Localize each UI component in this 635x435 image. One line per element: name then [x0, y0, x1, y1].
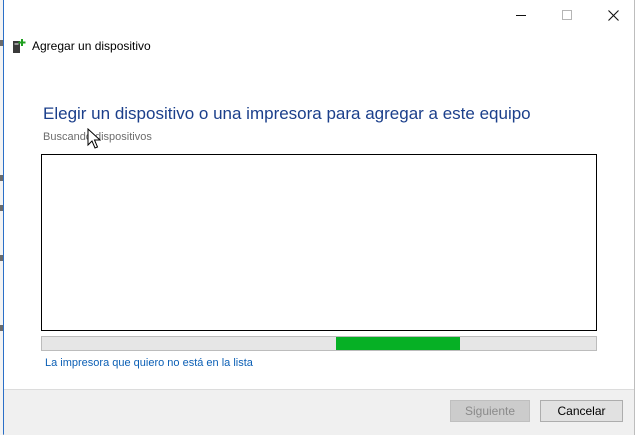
page-heading: Elegir un dispositivo o una impresora pa…: [43, 104, 531, 123]
add-device-icon: [13, 39, 26, 53]
minimize-icon: [516, 14, 526, 16]
device-list[interactable]: [41, 154, 597, 331]
mouse-cursor-icon: [87, 128, 101, 149]
title-bar: [4, 0, 634, 30]
dialog-header: Agregar un dispositivo: [12, 36, 151, 56]
minimize-button[interactable]: [498, 0, 544, 30]
search-progress-bar: [41, 336, 597, 351]
next-button[interactable]: Siguiente: [450, 400, 530, 422]
printer-not-listed-link[interactable]: La impresora que quiero no está en la li…: [45, 357, 253, 369]
dialog-title: Agregar un dispositivo: [32, 39, 151, 53]
cancel-button[interactable]: Cancelar: [540, 400, 623, 422]
close-button[interactable]: [590, 0, 635, 30]
close-icon: [607, 9, 619, 21]
dialog-footer: Siguiente Cancelar: [4, 389, 634, 435]
add-device-dialog: Agregar un dispositivo Elegir un disposi…: [3, 0, 635, 435]
progress-fill: [335, 337, 461, 350]
maximize-button[interactable]: [544, 0, 590, 30]
maximize-icon: [562, 10, 572, 20]
